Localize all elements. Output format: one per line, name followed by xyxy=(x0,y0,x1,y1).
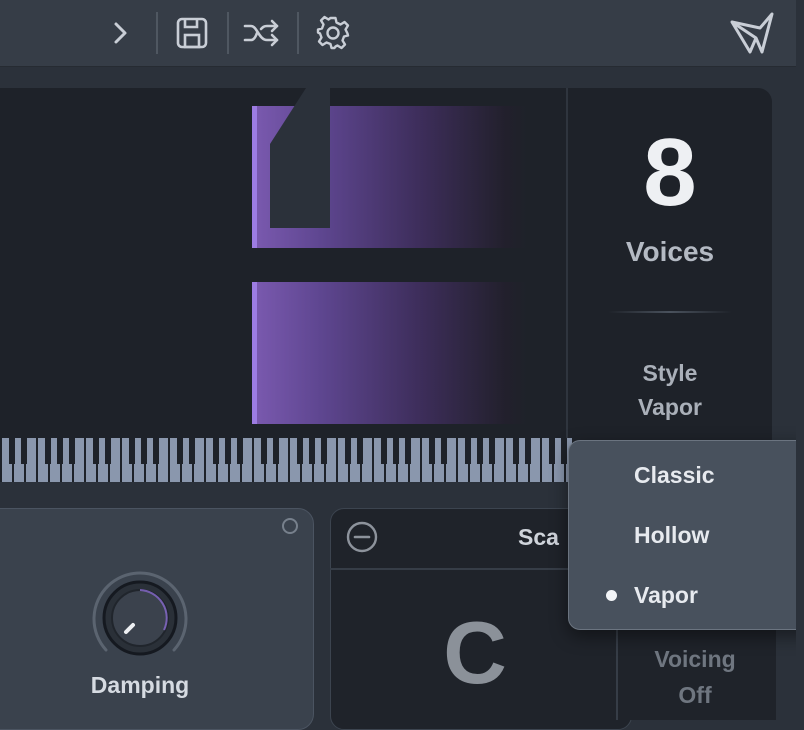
shuffle-icon[interactable] xyxy=(243,14,281,52)
save-icon[interactable] xyxy=(173,14,211,52)
gear-icon[interactable] xyxy=(314,14,352,52)
toolbar-divider xyxy=(297,12,299,54)
menu-item-vapor[interactable]: Vapor xyxy=(634,582,698,609)
voices-count: 8 xyxy=(643,119,697,226)
black-key[interactable] xyxy=(45,438,51,464)
black-key[interactable] xyxy=(525,438,531,464)
damping-knob[interactable] xyxy=(86,564,194,672)
toolbar-divider xyxy=(156,12,158,54)
black-key[interactable] xyxy=(9,438,15,464)
black-key[interactable] xyxy=(321,438,327,464)
black-key[interactable] xyxy=(561,438,567,464)
panel-indicator-dot xyxy=(282,518,298,534)
style-label[interactable]: Style xyxy=(568,360,772,387)
selected-bullet-icon xyxy=(606,590,617,601)
menu-item-classic[interactable]: Classic xyxy=(634,462,715,489)
black-key[interactable] xyxy=(489,438,495,464)
black-key[interactable] xyxy=(465,438,471,464)
black-key[interactable] xyxy=(261,438,267,464)
note-bar xyxy=(252,282,528,424)
black-key[interactable] xyxy=(549,438,555,464)
black-key[interactable] xyxy=(477,438,483,464)
black-key[interactable] xyxy=(189,438,195,464)
black-key[interactable] xyxy=(273,438,279,464)
toolbar-divider xyxy=(227,12,229,54)
damping-label: Damping xyxy=(90,672,190,698)
voicing-value[interactable]: Off xyxy=(620,682,770,709)
scale-root-note[interactable]: C xyxy=(430,608,520,698)
black-key[interactable] xyxy=(345,438,351,464)
piano-keyboard[interactable] xyxy=(0,438,572,482)
black-key[interactable] xyxy=(297,438,303,464)
black-key[interactable] xyxy=(177,438,183,464)
black-key[interactable] xyxy=(441,438,447,464)
black-key[interactable] xyxy=(129,438,135,464)
note-display-panel: 8 Voices Style Vapor xyxy=(0,88,772,482)
black-key[interactable] xyxy=(225,438,231,464)
black-key[interactable] xyxy=(309,438,315,464)
black-key[interactable] xyxy=(57,438,63,464)
brand-logo-icon xyxy=(726,10,778,58)
voicing-label[interactable]: Voicing xyxy=(620,646,770,673)
black-key[interactable] xyxy=(357,438,363,464)
black-key[interactable] xyxy=(69,438,75,464)
top-toolbar xyxy=(0,0,804,67)
window-edge xyxy=(796,0,804,708)
black-key[interactable] xyxy=(141,438,147,464)
chevron-right-icon[interactable] xyxy=(102,14,140,52)
black-key[interactable] xyxy=(429,438,435,464)
voices-label: Voices xyxy=(625,236,715,267)
black-key[interactable] xyxy=(105,438,111,464)
voices-divider xyxy=(608,311,732,313)
black-key[interactable] xyxy=(93,438,99,464)
minus-circle-icon[interactable] xyxy=(346,521,378,553)
scale-label: Sca xyxy=(518,524,559,550)
black-key[interactable] xyxy=(237,438,243,464)
black-key[interactable] xyxy=(405,438,411,464)
style-value[interactable]: Vapor xyxy=(568,394,772,421)
menu-item-hollow[interactable]: Hollow xyxy=(634,522,709,549)
black-key[interactable] xyxy=(513,438,519,464)
black-key[interactable] xyxy=(381,438,387,464)
black-key[interactable] xyxy=(153,438,159,464)
black-key[interactable] xyxy=(213,438,219,464)
black-key[interactable] xyxy=(21,438,27,464)
black-key[interactable] xyxy=(393,438,399,464)
